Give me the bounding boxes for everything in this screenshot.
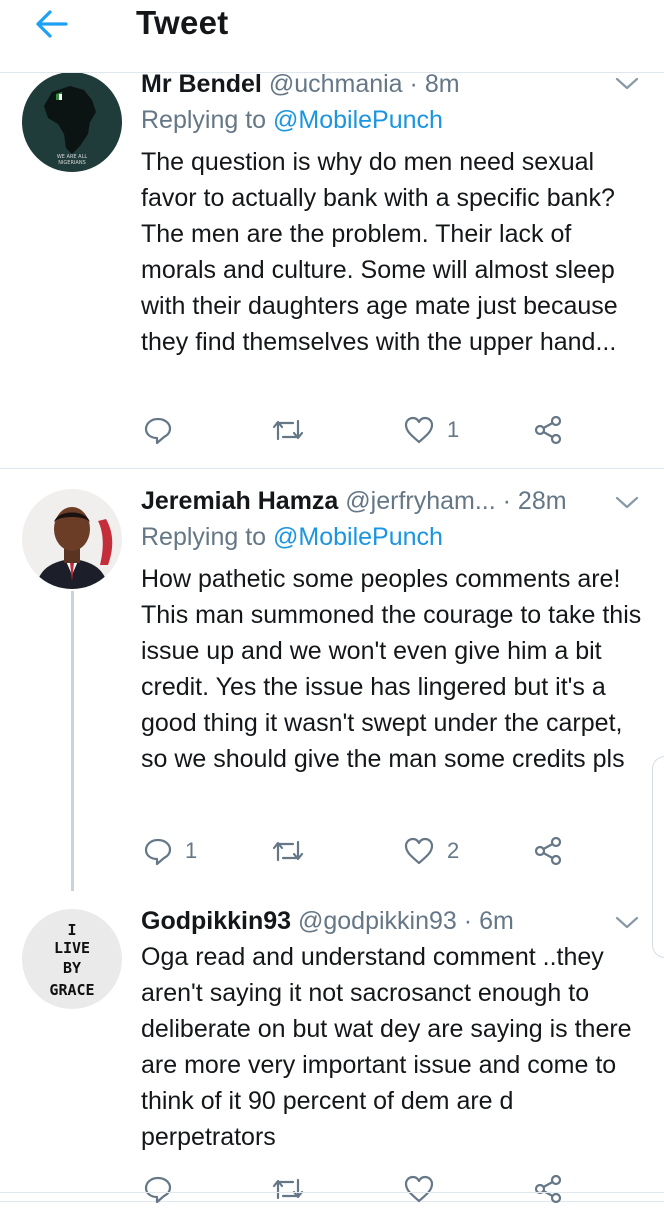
replying-label: Replying to bbox=[141, 523, 267, 551]
reply-icon bbox=[144, 838, 172, 866]
user-name[interactable]: Mr Bendel bbox=[141, 70, 262, 98]
share-button[interactable] bbox=[533, 410, 563, 450]
tweet-header: Godpikkin93 @godpikkin93 · 6m bbox=[141, 905, 612, 937]
like-button[interactable]: 1 bbox=[403, 410, 459, 450]
reply-icon bbox=[144, 1176, 172, 1204]
action-bar: 1 bbox=[141, 410, 581, 450]
text-avatar: I LIVE BY GRACE bbox=[22, 909, 122, 1009]
like-count: 1 bbox=[447, 417, 460, 442]
replying-to-line: Replying to @MobilePunch bbox=[141, 104, 443, 136]
svg-text:NIGERIANS: NIGERIANS bbox=[58, 160, 86, 166]
user-name[interactable]: Jeremiah Hamza bbox=[141, 487, 338, 515]
timestamp: 28m bbox=[517, 487, 567, 515]
user-name[interactable]: Godpikkin93 bbox=[141, 907, 291, 935]
share-icon bbox=[534, 415, 562, 445]
action-bar: 1 2 bbox=[141, 831, 581, 871]
like-button[interactable] bbox=[403, 1169, 435, 1209]
separator-dot: · bbox=[409, 70, 418, 98]
africa-map-avatar: WE ARE ALL NIGERIANS bbox=[22, 72, 122, 172]
tweet-3[interactable]: I LIVE BY GRACE Godpikkin93 @godpikkin93… bbox=[0, 889, 664, 1204]
like-button[interactable]: 2 bbox=[403, 831, 459, 871]
tweet-text: How pathetic some peoples comments are! … bbox=[141, 565, 642, 773]
like-count: 2 bbox=[447, 838, 460, 863]
retweet-button[interactable] bbox=[271, 831, 317, 871]
avatar-text-line: LIVE bbox=[54, 939, 90, 957]
arrow-left-icon bbox=[36, 10, 68, 38]
retweet-button[interactable] bbox=[271, 1169, 305, 1209]
share-button[interactable] bbox=[533, 1169, 563, 1209]
avatar[interactable]: WE ARE ALL NIGERIANS bbox=[22, 72, 122, 172]
chevron-down-icon bbox=[615, 496, 639, 509]
user-handle[interactable]: @uchmania bbox=[269, 70, 403, 98]
reply-icon bbox=[144, 417, 172, 445]
tweet-text: Oga read and understand comment ..they a… bbox=[141, 943, 632, 1151]
chevron-down-icon bbox=[615, 916, 639, 929]
reply-count: 1 bbox=[185, 838, 198, 863]
heart-icon bbox=[404, 416, 434, 444]
replying-to-link[interactable]: @MobilePunch bbox=[273, 523, 443, 551]
action-bar bbox=[141, 1169, 581, 1209]
avatar-text-line: I bbox=[67, 921, 76, 939]
share-icon bbox=[534, 1174, 562, 1204]
tweet-header: Jeremiah Hamza @jerfryham... · 28m bbox=[141, 485, 612, 517]
tweet-menu-button[interactable] bbox=[614, 913, 640, 933]
heart-icon bbox=[404, 1175, 434, 1203]
tweet-text: The question is why do men need sexual f… bbox=[141, 148, 618, 356]
avatar[interactable]: I LIVE BY GRACE bbox=[22, 909, 122, 1009]
replying-to-line: Replying to @MobilePunch bbox=[141, 521, 443, 553]
user-handle[interactable]: @godpikkin93 bbox=[298, 907, 457, 935]
avatar-text-line: BY bbox=[63, 959, 81, 977]
timestamp: 6m bbox=[479, 907, 514, 935]
chevron-down-icon bbox=[615, 77, 639, 90]
replying-to-link[interactable]: @MobilePunch bbox=[273, 106, 443, 134]
reply-button[interactable]: 1 bbox=[143, 831, 197, 871]
separator-dot: · bbox=[502, 487, 511, 515]
top-bar: Tweet bbox=[0, 0, 664, 73]
tweet-menu-button[interactable] bbox=[614, 74, 640, 94]
timestamp: 8m bbox=[424, 70, 460, 98]
retweet-icon bbox=[272, 419, 304, 441]
user-handle[interactable]: @jerfryham... bbox=[345, 487, 495, 515]
retweet-icon bbox=[272, 840, 304, 862]
tweet-1[interactable]: WE ARE ALL NIGERIANS Mr Bendel @uchmania… bbox=[0, 70, 664, 469]
replying-label: Replying to bbox=[141, 106, 267, 134]
thread-connector bbox=[71, 591, 74, 891]
share-icon bbox=[534, 836, 562, 866]
reply-button[interactable] bbox=[143, 1169, 173, 1209]
share-button[interactable] bbox=[533, 831, 563, 871]
back-button[interactable] bbox=[30, 6, 74, 42]
tweet-2[interactable]: Jeremiah Hamza @jerfryham... · 28m Reply… bbox=[0, 469, 664, 891]
separator-dot: · bbox=[463, 907, 473, 935]
retweet-icon bbox=[272, 1178, 304, 1200]
avatar-text-line: GRACE bbox=[49, 981, 94, 999]
heart-icon bbox=[404, 837, 434, 865]
page-title: Tweet bbox=[136, 4, 229, 41]
reply-button[interactable] bbox=[143, 410, 185, 450]
divider bbox=[0, 1192, 664, 1193]
avatar[interactable] bbox=[22, 489, 122, 589]
person-photo-avatar bbox=[22, 489, 122, 589]
retweet-button[interactable] bbox=[271, 410, 317, 450]
scroll-handle[interactable] bbox=[652, 756, 664, 958]
tweet-menu-button[interactable] bbox=[614, 493, 640, 513]
